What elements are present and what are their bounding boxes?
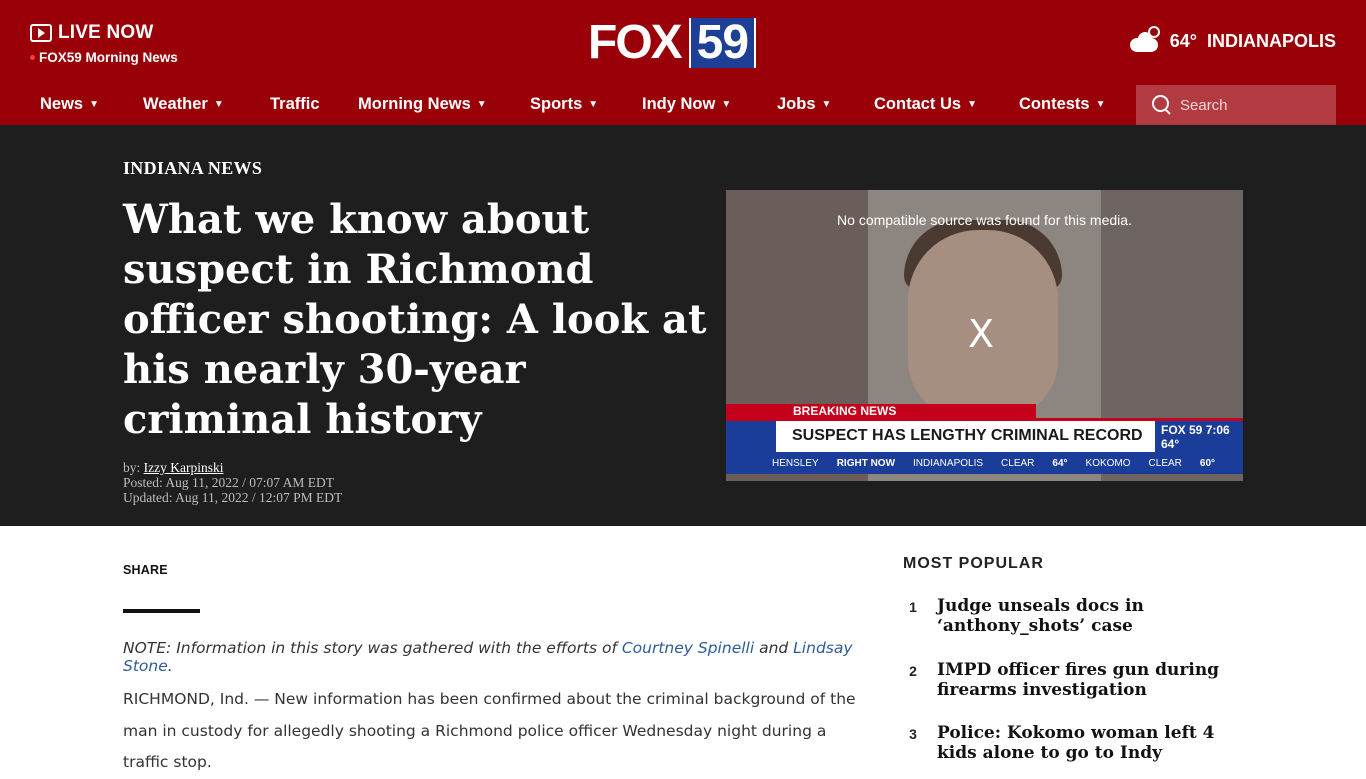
video-player[interactable]: No compatible source was found for this …: [726, 190, 1243, 481]
note-prefix: NOTE: Information in this story was gath…: [123, 639, 622, 657]
popular-link[interactable]: Police: Kokomo woman left 4 kids alone t…: [937, 723, 1237, 763]
ticker-condition-1: CLEAR: [1001, 457, 1035, 469]
nav-item-label: Jobs: [777, 95, 816, 113]
search-box[interactable]: [1136, 85, 1336, 125]
article-byline: by: Izzy Karpinski Posted: Aug 11, 2022 …: [123, 460, 342, 505]
popular-link[interactable]: Judge unseals docs in ‘anthony_shots’ ca…: [937, 596, 1237, 636]
ticker-city-2: KOKOMO: [1085, 457, 1131, 469]
ticker-city-1: INDIANAPOLIS: [913, 457, 984, 469]
nav-item-news[interactable]: News ▼: [40, 95, 99, 114]
weather-city: INDIANAPOLIS: [1206, 30, 1336, 51]
headline-bar: SUSPECT HAS LENGTHY CRIMINAL RECORD FOX …: [726, 418, 1243, 455]
close-icon[interactable]: X: [968, 312, 994, 356]
nav-item-label: Morning News: [358, 95, 471, 113]
station-bug: FOX 59 7:06 64°: [1155, 421, 1243, 455]
breaking-news-label: BREAKING NEWS: [726, 404, 1036, 418]
note-and: and: [754, 639, 794, 657]
posted-date: Posted: Aug 11, 2022 / 07:07 AM EDT: [123, 475, 335, 490]
popular-link[interactable]: IMPD officer fires gun during firearms i…: [937, 660, 1237, 700]
nav-item-label: Contests: [1019, 95, 1090, 113]
note-link-courtney[interactable]: Courtney Spinelli: [622, 639, 754, 657]
nav-item-traffic[interactable]: Traffic: [270, 95, 320, 114]
most-popular-title: MOST POPULAR: [903, 555, 1044, 572]
lower-third-text: SUSPECT HAS LENGTHY CRIMINAL RECORD: [792, 427, 1143, 444]
site-header: LIVE NOW FOX59 Morning News FOX 59 64° I…: [0, 0, 1366, 125]
play-icon: [30, 24, 52, 42]
updated-date: Updated: Aug 11, 2022 / 12:07 PM EDT: [123, 490, 343, 505]
popular-rank: 2: [909, 663, 917, 679]
share-divider: [123, 609, 200, 613]
popular-rank: 3: [909, 726, 917, 742]
nav-item-label: Contact Us: [874, 95, 962, 113]
caret-down-icon: ▼: [967, 99, 977, 110]
fox59-logo[interactable]: FOX 59: [588, 16, 757, 69]
live-now-widget[interactable]: LIVE NOW FOX59 Morning News: [30, 22, 178, 65]
ticker-sponsor: HENSLEY: [772, 457, 819, 469]
logo-fox-text: FOX: [588, 16, 683, 69]
article-note: NOTE: Information in this story was gath…: [123, 639, 863, 675]
search-input[interactable]: [1180, 96, 1320, 114]
live-show-name[interactable]: FOX59 Morning News: [39, 50, 178, 65]
article-category[interactable]: INDIANA NEWS: [123, 158, 262, 179]
share-label[interactable]: SHARE: [123, 563, 168, 577]
nav-item-label: Sports: [530, 95, 583, 113]
popular-item[interactable]: 3 Police: Kokomo woman left 4 kids alone…: [903, 723, 1237, 763]
search-icon[interactable]: [1152, 95, 1172, 115]
nav-item-contests[interactable]: Contests ▼: [1019, 95, 1106, 114]
bug-temp: 64°: [1161, 437, 1180, 451]
nav-item-label: Indy Now: [642, 95, 716, 113]
nav-item-label: Traffic: [270, 95, 320, 113]
nav-item-weather[interactable]: Weather ▼: [143, 95, 224, 114]
live-now-label[interactable]: LIVE NOW: [58, 22, 154, 44]
byline-prefix: by:: [123, 460, 144, 475]
popular-rank: 1: [909, 599, 917, 615]
logo-number: 59: [688, 18, 757, 68]
bar-accent: [726, 421, 776, 455]
caret-down-icon: ▼: [476, 99, 487, 110]
ticker-temp-1: 64°: [1052, 457, 1068, 469]
caret-down-icon: ▼: [213, 99, 224, 110]
caret-down-icon: ▼: [588, 99, 599, 110]
popular-item[interactable]: 1 Judge unseals docs in ‘anthony_shots’ …: [903, 596, 1237, 636]
ticker-temp-2: 60°: [1199, 457, 1216, 469]
weather-widget[interactable]: 64° INDIANAPOLIS: [1129, 26, 1336, 52]
caret-down-icon: ▼: [821, 99, 832, 110]
author-link[interactable]: Izzy Karpinski: [144, 460, 224, 475]
weather-temperature: 64°: [1169, 30, 1197, 51]
bug-logo: FOX 59: [1161, 423, 1203, 437]
ticker-condition-2: CLEAR: [1148, 457, 1182, 469]
nav-item-morning-news[interactable]: Morning News ▼: [358, 95, 487, 114]
news-lower-third: BREAKING NEWS SUSPECT HAS LENGTHY CRIMIN…: [726, 404, 1243, 481]
video-error-message: No compatible source was found for this …: [837, 212, 1132, 228]
weather-ticker: HENSLEY RIGHT NOW INDIANAPOLIS CLEAR 64°…: [726, 452, 1243, 474]
article-headline: What we know about suspect in Richmond o…: [123, 196, 707, 443]
nav-item-jobs[interactable]: Jobs ▼: [777, 95, 831, 114]
note-suffix: .: [167, 657, 173, 675]
ticker-label: RIGHT NOW: [836, 457, 896, 469]
caret-down-icon: ▼: [1095, 99, 1106, 110]
article-body-paragraph: RICHMOND, Ind. — New information has bee…: [123, 690, 856, 771]
nav-item-label: Weather: [143, 95, 208, 113]
caret-down-icon: ▼: [89, 99, 100, 110]
live-dot-icon: [30, 55, 35, 60]
bug-time: 7:06: [1205, 423, 1230, 437]
partly-cloudy-icon: [1129, 26, 1160, 52]
popular-item[interactable]: 2 IMPD officer fires gun during firearms…: [903, 660, 1237, 700]
nav-item-label: News: [40, 95, 84, 113]
nav-item-contact-us[interactable]: Contact Us ▼: [874, 95, 977, 114]
nav-item-indy-now[interactable]: Indy Now ▼: [642, 95, 731, 114]
caret-down-icon: ▼: [721, 99, 732, 110]
nav-item-sports[interactable]: Sports ▼: [530, 95, 598, 114]
